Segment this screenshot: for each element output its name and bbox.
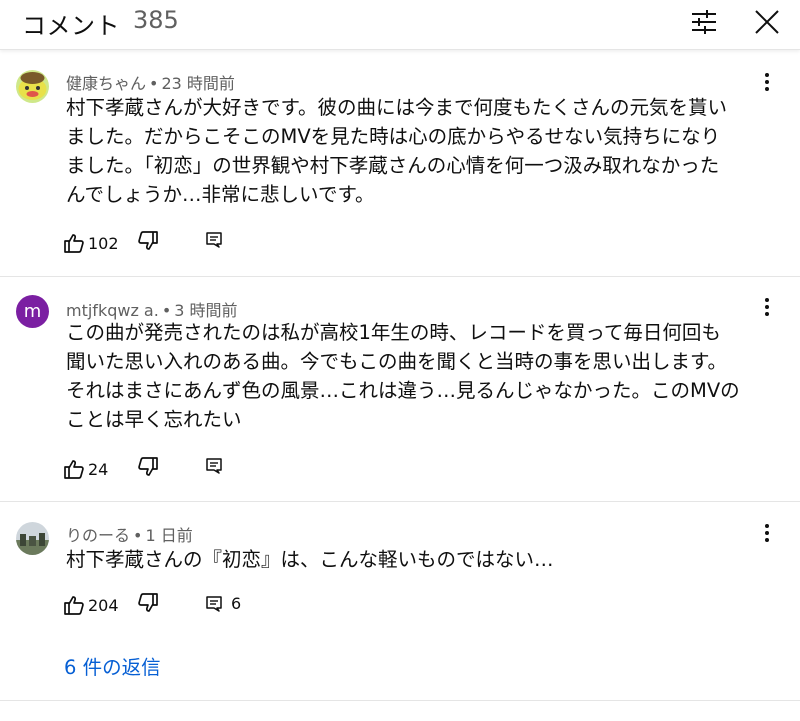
comment-line: ことは早く忘れたい	[66, 408, 242, 431]
thumbs-up-icon	[64, 596, 84, 615]
comment-divider	[0, 700, 800, 701]
comments-header: コメント 385	[0, 0, 800, 50]
thumbs-down-icon	[138, 457, 158, 476]
comment-line: んでしょうか…非常に悲しいです。	[66, 183, 375, 206]
comment-author[interactable]: りのーる	[66, 526, 130, 545]
dislike-button[interactable]	[138, 231, 158, 255]
reply-button[interactable]	[206, 232, 222, 248]
comment-text: 村下孝蔵さんが大好きです。彼の曲には今まで何度もたくさんの元気を貰い ました。だ…	[66, 93, 786, 209]
comment-actions: 204 6	[64, 592, 241, 618]
like-count: 102	[88, 233, 119, 253]
comment-menu-button[interactable]	[757, 296, 777, 318]
comment-line: それはまさにあんず色の風景…これは違う…見るんじゃなかった。このMVの	[66, 379, 740, 402]
more-vertical-icon	[765, 524, 769, 542]
avatar-letter: m	[23, 301, 42, 322]
comment-meta: りのーる • 1 日前	[66, 526, 193, 545]
comment-time: 23 時間前	[161, 74, 235, 93]
dislike-button[interactable]	[138, 457, 158, 481]
comment-actions: 102	[64, 230, 222, 256]
comments-count: 385	[133, 6, 179, 34]
like-count: 24	[88, 459, 109, 479]
comment-line: 聞いた思い入れのある曲。今でもこの曲を聞くと当時の事を思い出します。	[66, 350, 728, 373]
thumbs-up-icon	[64, 460, 84, 479]
avatar[interactable]	[16, 70, 49, 103]
reply-button[interactable]: 6	[206, 594, 241, 613]
sliders-icon	[692, 10, 716, 34]
comment-author[interactable]: 健康ちゃん	[66, 74, 146, 93]
comments-title: コメント	[22, 12, 120, 40]
like-button[interactable]: 102	[64, 233, 119, 253]
reply-count: 6	[231, 594, 242, 613]
like-button[interactable]: 204	[64, 595, 119, 615]
comment-line: 村下孝蔵さんの『初恋』は、こんな軽いものではない…	[66, 548, 554, 571]
thumbs-up-icon	[64, 234, 84, 253]
thumbs-down-icon	[138, 231, 158, 250]
comment-line: 村下孝蔵さんが大好きです。彼の曲には今まで何度もたくさんの元気を貰い	[66, 96, 728, 119]
comment-text: この曲が発売されたのは私が高校1年生の時、レコードを買って毎日何回も 聞いた思い…	[66, 318, 786, 434]
sort-filter-button[interactable]	[684, 4, 724, 40]
close-icon	[755, 10, 779, 34]
reply-comment-icon	[206, 595, 222, 612]
reply-comment-icon	[206, 458, 222, 474]
like-button[interactable]: 24	[64, 459, 108, 479]
reply-comment-icon	[206, 232, 222, 248]
like-count: 204	[88, 595, 119, 615]
avatar[interactable]	[16, 522, 49, 555]
comment-menu-button[interactable]	[757, 71, 777, 93]
comment-divider	[0, 501, 800, 502]
view-replies-link[interactable]: 6 件の返信	[64, 651, 161, 680]
more-vertical-icon	[765, 73, 769, 91]
avatar[interactable]: m	[16, 295, 49, 328]
comment-divider	[0, 276, 800, 277]
close-button[interactable]	[747, 4, 787, 40]
comment-text: 村下孝蔵さんの『初恋』は、こんな軽いものではない…	[66, 545, 786, 574]
comment-line: ました。だからこそこのMVを見た時は心の底からやるせない気持ちになり	[66, 125, 721, 148]
comment-menu-button[interactable]	[757, 522, 777, 544]
more-vertical-icon	[765, 298, 769, 316]
comment-line: ました。「初恋」の世界観や村下孝蔵さんの心情を何一つ汲み取れなかった	[66, 154, 720, 177]
avatar-cartoon-icon	[16, 70, 49, 103]
thumbs-down-icon	[138, 593, 158, 612]
reply-button[interactable]	[206, 458, 222, 474]
comment-line: この曲が発売されたのは私が高校1年生の時、レコードを買って毎日何回も	[66, 321, 721, 344]
comment-meta: 健康ちゃん • 23 時間前	[66, 74, 235, 93]
dislike-button[interactable]	[138, 593, 158, 617]
comment-time: 1 日前	[145, 526, 193, 545]
comment-actions: 24	[64, 456, 222, 482]
avatar-landscape-icon	[16, 522, 49, 555]
